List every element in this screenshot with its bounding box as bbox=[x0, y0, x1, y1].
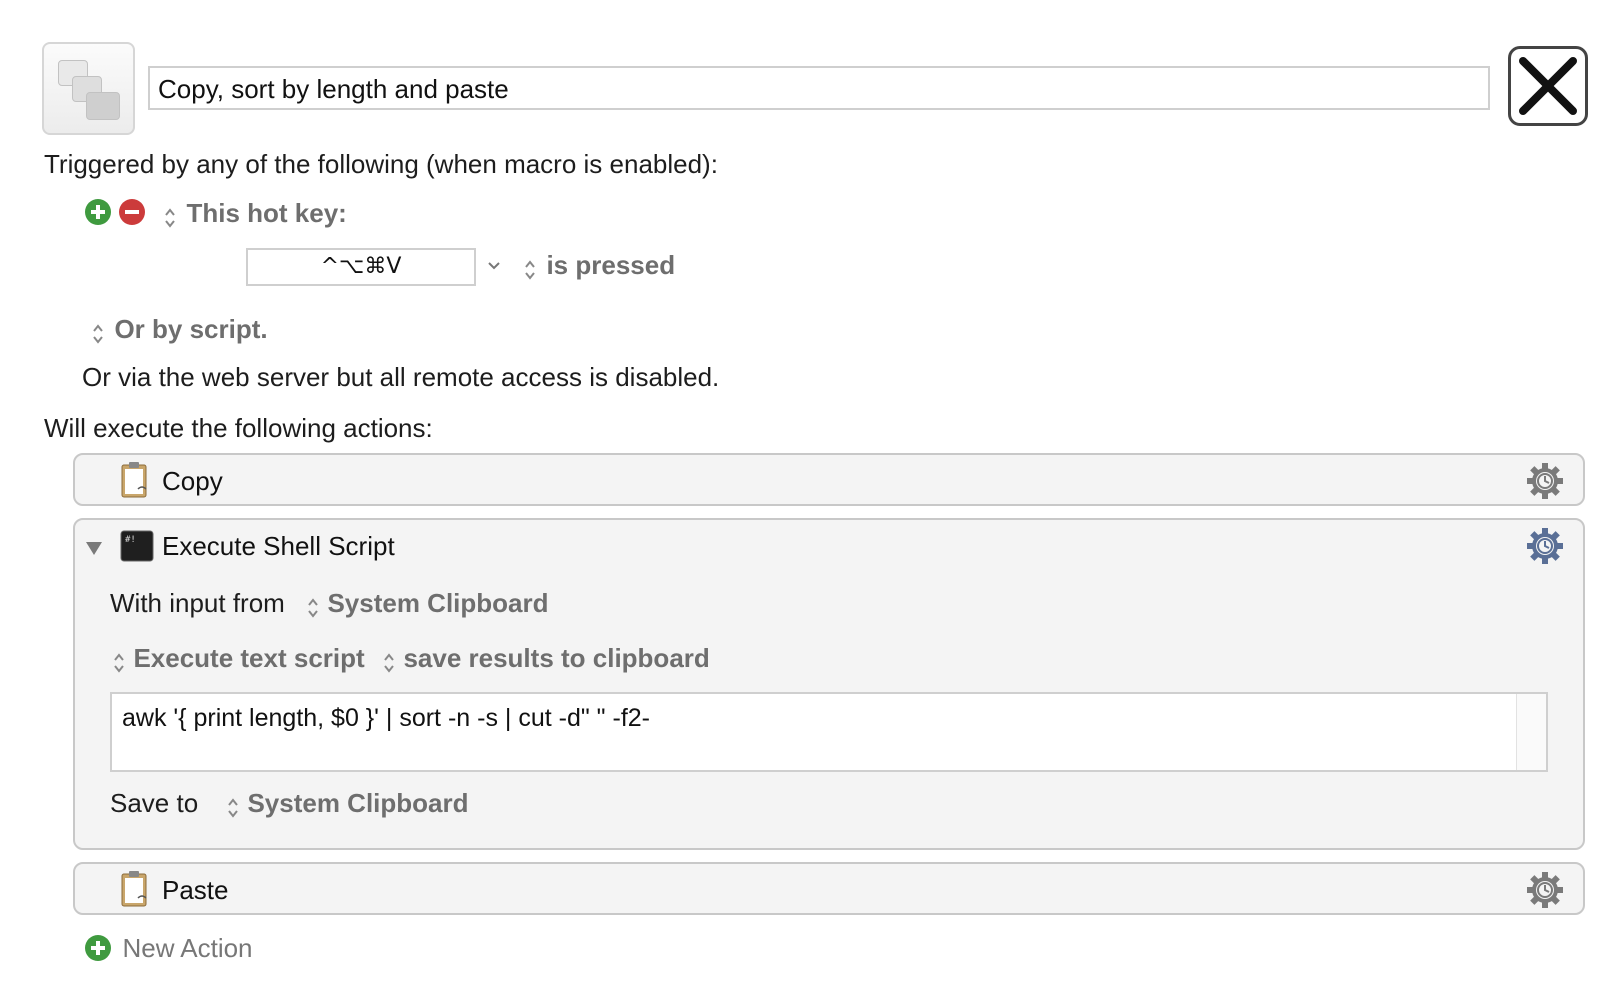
output-mode-value: save results to clipboard bbox=[403, 643, 710, 673]
script-text: awk '{ print length, $0 }' | sort -n -s … bbox=[122, 704, 650, 732]
add-icon bbox=[85, 935, 111, 961]
save-to-popup[interactable]: System Clipboard bbox=[227, 788, 469, 820]
disclosure-triangle-icon[interactable] bbox=[85, 540, 103, 556]
updown-chevron-icon bbox=[525, 260, 535, 280]
input-source-popup[interactable]: System Clipboard bbox=[307, 588, 549, 620]
script-mode-value: Execute text script bbox=[133, 643, 365, 673]
action-shell-script[interactable]: #! Execute Shell Script With input from … bbox=[73, 518, 1585, 850]
close-icon bbox=[1519, 57, 1577, 115]
new-action-label: New Action bbox=[122, 933, 253, 963]
updown-chevron-icon bbox=[228, 798, 238, 818]
macro-name-field[interactable]: Copy, sort by length and paste bbox=[148, 66, 1490, 110]
action-copy[interactable]: Copy bbox=[73, 453, 1585, 506]
add-trigger-button[interactable] bbox=[84, 198, 112, 226]
hotkey-condition-label: is pressed bbox=[546, 250, 676, 280]
gear-icon[interactable] bbox=[1525, 461, 1565, 501]
gear-icon[interactable] bbox=[1525, 870, 1565, 910]
script-scrollbar[interactable] bbox=[1516, 694, 1546, 770]
updown-chevron-icon bbox=[93, 324, 103, 344]
script-mode-popup[interactable]: Execute text script bbox=[113, 643, 365, 675]
updown-chevron-icon bbox=[384, 653, 394, 673]
action-paste[interactable]: Paste bbox=[73, 862, 1585, 915]
trigger-type-label: This hot key: bbox=[186, 198, 347, 228]
hotkey-condition-popup[interactable]: is pressed bbox=[524, 250, 675, 282]
remove-trigger-button[interactable] bbox=[118, 198, 146, 226]
svg-text:#!: #! bbox=[125, 535, 136, 545]
actions-heading: Will execute the following actions: bbox=[44, 413, 433, 443]
trigger-type-popup[interactable]: This hot key: bbox=[164, 198, 347, 230]
macro-icon[interactable] bbox=[42, 42, 135, 135]
clipboard-icon bbox=[121, 462, 147, 498]
web-server-note: Or via the web server but all remote acc… bbox=[82, 362, 720, 392]
save-to-label: Save to bbox=[110, 788, 199, 818]
action-copy-label: Copy bbox=[162, 466, 223, 496]
updown-chevron-icon bbox=[114, 653, 124, 673]
script-trigger-popup[interactable]: Or by script. bbox=[92, 314, 268, 346]
output-mode-popup[interactable]: save results to clipboard bbox=[383, 643, 710, 675]
script-trigger-label: Or by script. bbox=[114, 314, 268, 344]
gear-icon[interactable] bbox=[1525, 526, 1565, 566]
triggers-heading: Triggered by any of the following (when … bbox=[44, 149, 718, 179]
new-action-button[interactable]: New Action bbox=[84, 933, 253, 963]
action-shell-label: Execute Shell Script bbox=[162, 531, 395, 561]
hotkey-field[interactable]: ^⌥⌘V bbox=[246, 248, 476, 286]
input-from-label: With input from bbox=[110, 588, 285, 618]
close-button[interactable] bbox=[1508, 46, 1588, 126]
input-source-value: System Clipboard bbox=[327, 588, 549, 618]
updown-chevron-icon bbox=[308, 598, 318, 618]
terminal-icon: #! bbox=[120, 530, 154, 562]
script-text-area[interactable]: awk '{ print length, $0 }' | sort -n -s … bbox=[110, 692, 1548, 772]
hotkey-menu-chevron-icon[interactable] bbox=[486, 258, 502, 274]
action-paste-label: Paste bbox=[162, 875, 229, 905]
save-to-value: System Clipboard bbox=[247, 788, 469, 818]
updown-chevron-icon bbox=[165, 208, 175, 228]
clipboard-icon bbox=[121, 871, 147, 907]
